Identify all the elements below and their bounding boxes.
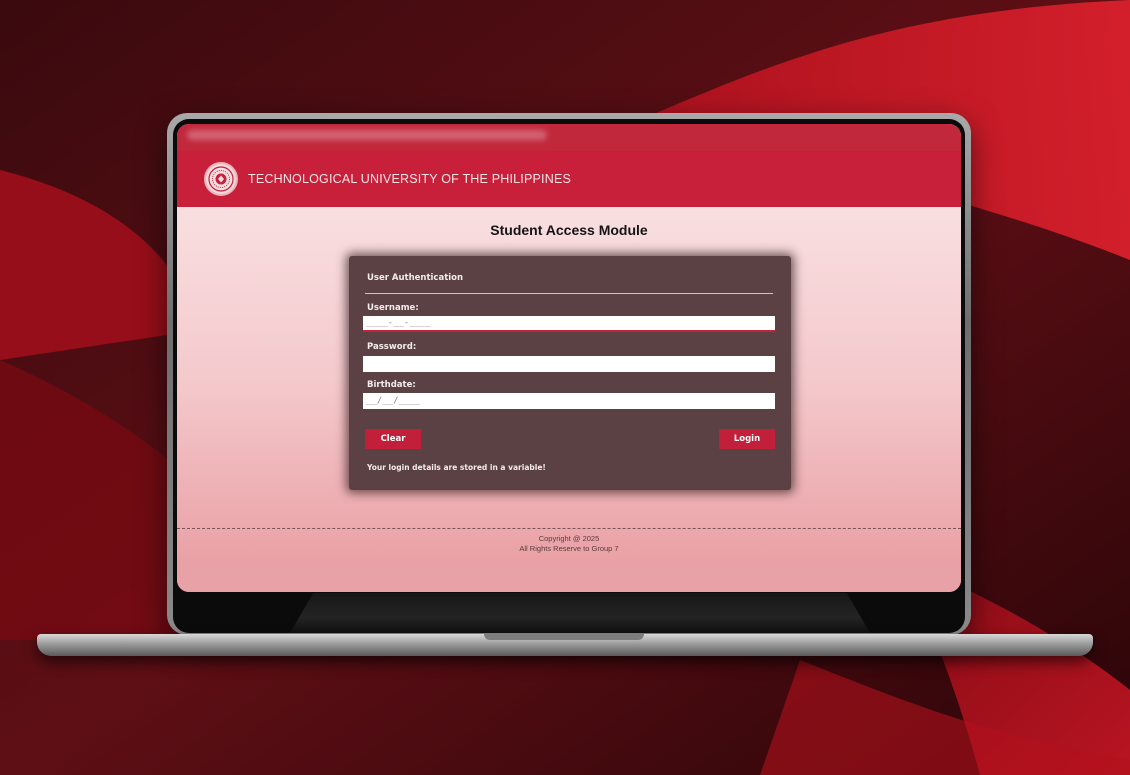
site-header: TECHNOLOGICAL UNIVERSITY OF THE PHILIPPI…	[177, 151, 961, 207]
keyboard-reflection	[290, 593, 870, 633]
user-authentication-card: User Authentication Username: Password: …	[349, 256, 791, 490]
blurred-tab-bar	[187, 130, 547, 140]
username-input[interactable]	[363, 316, 775, 332]
browser-top-strip	[177, 124, 961, 151]
footer-divider	[177, 528, 961, 529]
birthdate-label: Birthdate:	[367, 380, 416, 390]
clear-button[interactable]: Clear	[365, 429, 421, 449]
laptop-opening-notch	[484, 634, 644, 640]
password-label: Password:	[367, 342, 417, 352]
footer-band	[177, 564, 961, 592]
copyright-text: Copyright @ 2025	[538, 534, 600, 543]
login-note: Your login details are stored in a varia…	[367, 463, 546, 472]
rights-text: All Rights Reserve to Group 7	[519, 544, 619, 553]
username-label: Username:	[367, 303, 419, 313]
birthdate-input[interactable]	[363, 393, 775, 409]
login-button[interactable]: Login	[719, 429, 775, 449]
site-footer: Copyright @ 2025 All Rights Reserve to G…	[177, 534, 961, 566]
university-seal-icon	[204, 162, 238, 196]
password-input[interactable]	[363, 356, 775, 372]
card-title: User Authentication	[367, 273, 464, 283]
laptop-screen: TECHNOLOGICAL UNIVERSITY OF THE PHILIPPI…	[177, 124, 961, 592]
page-title: Student Access Module	[490, 222, 648, 238]
university-name: TECHNOLOGICAL UNIVERSITY OF THE PHILIPPI…	[248, 172, 572, 186]
card-divider	[365, 293, 773, 294]
